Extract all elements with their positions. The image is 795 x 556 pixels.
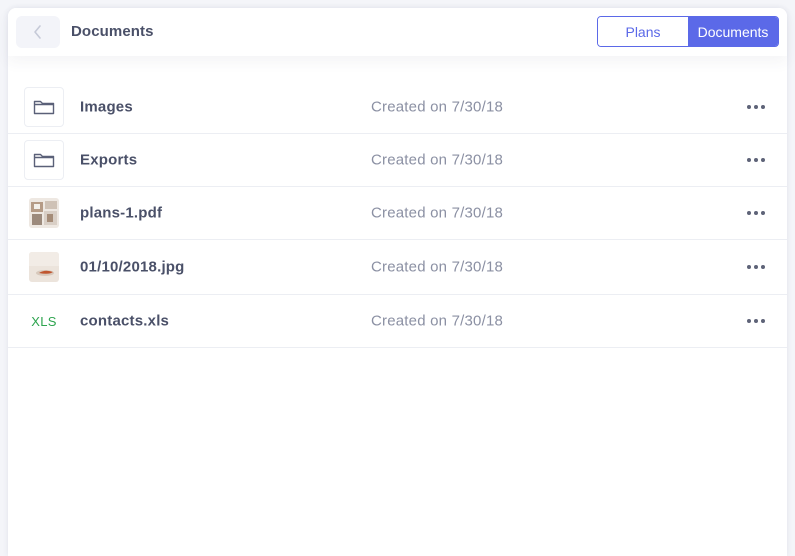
- header-bar: Documents Plans Documents: [8, 8, 787, 56]
- folder-icon: [24, 87, 64, 127]
- documents-panel: Documents Plans Documents Images Created…: [8, 8, 787, 556]
- file-row[interactable]: Images Created on 7/30/18: [8, 81, 787, 134]
- file-name[interactable]: contacts.xls: [80, 313, 169, 330]
- folder-icon: [24, 140, 64, 180]
- tab-documents[interactable]: Documents: [688, 17, 778, 46]
- file-row[interactable]: 01/10/2018.jpg Created on 7/30/18: [8, 240, 787, 295]
- file-created: Created on 7/30/18: [371, 312, 504, 330]
- page-title: Documents: [71, 23, 154, 40]
- file-name[interactable]: Exports: [80, 152, 137, 169]
- file-created: Created on 7/30/18: [371, 98, 504, 116]
- file-created: Created on 7/30/18: [371, 258, 504, 276]
- more-options-icon[interactable]: [741, 257, 771, 277]
- more-options-icon[interactable]: [741, 150, 771, 170]
- file-name[interactable]: plans-1.pdf: [80, 205, 162, 222]
- file-row[interactable]: XLS contacts.xls Created on 7/30/18: [8, 295, 787, 348]
- file-created: Created on 7/30/18: [371, 151, 504, 169]
- file-list: Images Created on 7/30/18 Exports Create…: [8, 81, 787, 348]
- file-row[interactable]: Exports Created on 7/30/18: [8, 134, 787, 187]
- file-name[interactable]: Images: [80, 99, 133, 116]
- more-options-icon[interactable]: [741, 97, 771, 117]
- tab-plans[interactable]: Plans: [598, 17, 688, 46]
- view-toggle: Plans Documents: [597, 16, 779, 47]
- file-row[interactable]: plans-1.pdf Created on 7/30/18: [8, 187, 787, 240]
- chevron-left-icon: [34, 25, 41, 39]
- file-name[interactable]: 01/10/2018.jpg: [80, 259, 185, 276]
- pdf-thumbnail: [29, 198, 59, 228]
- image-thumbnail: [29, 252, 59, 282]
- file-created: Created on 7/30/18: [371, 204, 504, 222]
- more-options-icon[interactable]: [741, 203, 771, 223]
- back-button[interactable]: [16, 16, 60, 48]
- xls-icon: XLS: [31, 313, 57, 329]
- more-options-icon[interactable]: [741, 311, 771, 331]
